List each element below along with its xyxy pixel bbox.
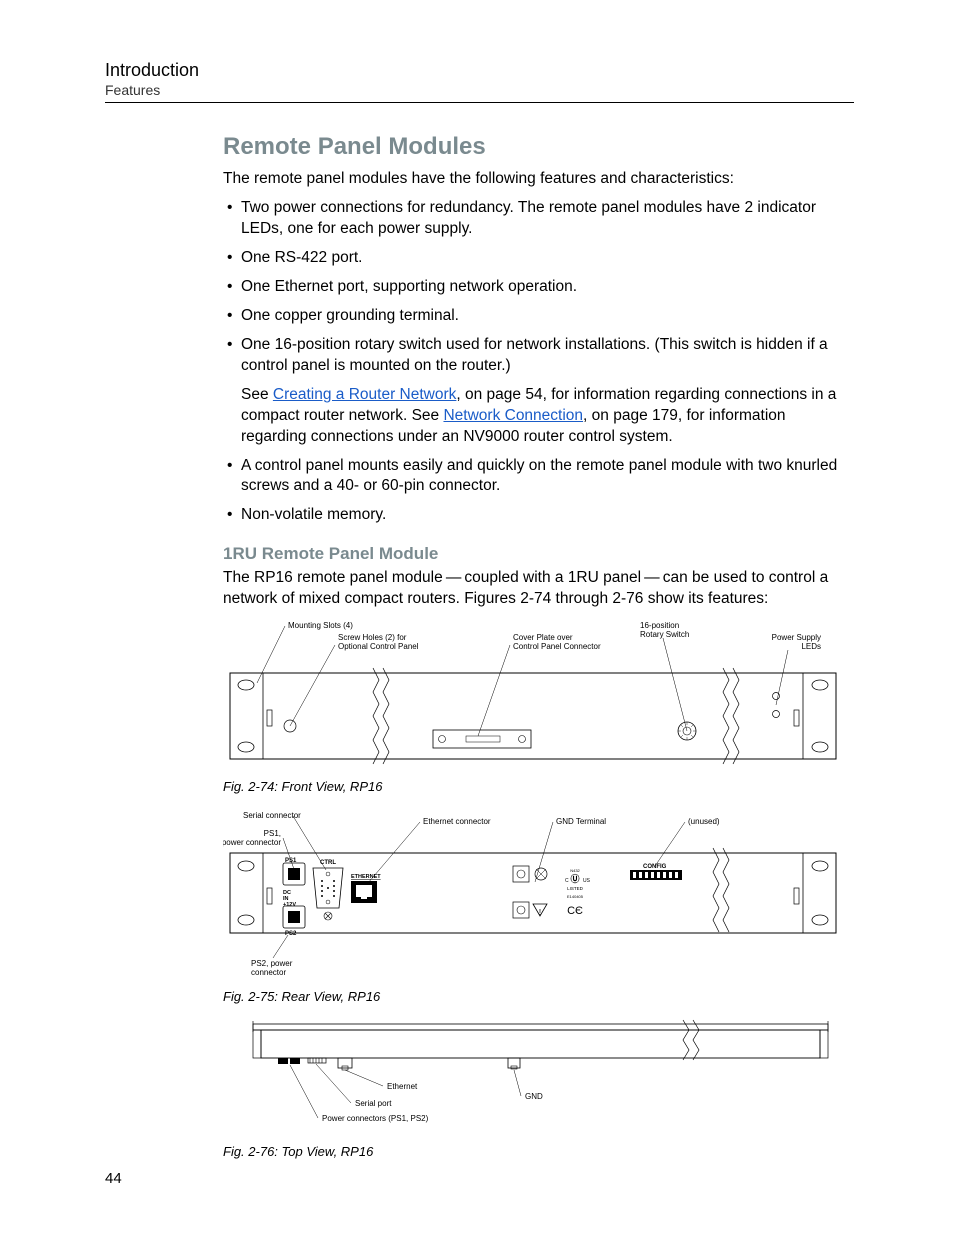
callout-leds-l2: LEDs [801, 642, 821, 651]
svg-text:Cover Plate overControl Panel: Cover Plate overControl Panel Connector [513, 633, 601, 651]
callout-rotary-l1: 16-position [640, 621, 679, 630]
callout-leds-l1: Power Supply [772, 633, 821, 642]
list-item-subtext: See Creating a Router Network, on page 5… [241, 385, 854, 448]
svg-text:Power SupplyLEDs: Power SupplyLEDs [772, 633, 821, 651]
list-item: Non-volatile memory. [223, 505, 854, 526]
xref-link[interactable]: Creating a Router Network [273, 386, 457, 403]
svg-text:E140405: E140405 [567, 894, 584, 899]
figure-2-75: Serial connector PS1,power connector Eth… [223, 808, 843, 1004]
panel-label-ps2: PS2 [285, 931, 297, 937]
callout-serial: Serial port [355, 1099, 392, 1108]
running-header: Introduction Features [105, 60, 854, 103]
svg-text:CЄ: CЄ [567, 905, 583, 917]
callout-ethernet: Ethernet connector [423, 817, 491, 826]
callout-mounting-slots: Mounting Slots (4) [288, 621, 353, 630]
callout-rotary-l2: Rotary Switch [640, 630, 689, 639]
page-number: 44 [105, 1170, 122, 1187]
subsection-title: 1RU Remote Panel Module [223, 544, 854, 564]
figure-2-74: Mounting Slots (4) Screw Holes (2) forOp… [223, 618, 843, 794]
svg-text:LISTED: LISTED [567, 886, 584, 891]
svg-text:US: US [583, 878, 591, 884]
header-section: Features [105, 82, 854, 99]
panel-label-ctrl: CTRL [320, 860, 336, 866]
list-item: One copper grounding terminal. [223, 306, 854, 327]
panel-label-config: CONFIG [643, 864, 667, 870]
subsection-para: The RP16 remote panel module — coupled w… [223, 568, 854, 610]
svg-text:N432: N432 [570, 868, 580, 873]
callout-power: Power connectors (PS1, PS2) [322, 1114, 429, 1123]
svg-text:DCIN+12V: DCIN+12V [283, 890, 296, 908]
callout-cover-l1: Cover Plate over [513, 633, 573, 642]
svg-text:!: ! [539, 908, 541, 917]
figure-caption: Fig. 2-74: Front View, RP16 [223, 779, 843, 794]
section-intro: The remote panel modules have the follow… [223, 169, 854, 190]
callout-unused: (unused) [688, 817, 720, 826]
feature-list: Two power connections for redundancy. Th… [223, 198, 854, 526]
section-title: Remote Panel Modules [223, 133, 854, 161]
callout-gnd: GND [525, 1092, 543, 1101]
svg-text:Ⓤ: Ⓤ [570, 873, 579, 884]
list-item: A control panel mounts easily and quickl… [223, 456, 854, 498]
figure-caption: Fig. 2-76: Top View, RP16 [223, 1144, 843, 1159]
svg-text:Screw Holes (2) forOptional Co: Screw Holes (2) forOptional Control Pane… [338, 633, 419, 651]
callout-gnd: GND Terminal [556, 817, 606, 826]
callout-cover-l2: Control Panel Connector [513, 642, 601, 651]
callout-screw-holes-l2: Optional Control Panel [338, 642, 419, 651]
figure-caption: Fig. 2-75: Rear View, RP16 [223, 989, 843, 1004]
list-item: One Ethernet port, supporting network op… [223, 277, 854, 298]
callout-ethernet: Ethernet [387, 1082, 418, 1091]
list-item-text: One 16-position rotary switch used for n… [241, 336, 828, 374]
svg-text:C: C [565, 878, 569, 884]
svg-text:PS2, powerconnector: PS2, powerconnector [251, 959, 293, 977]
list-item: One RS-422 port. [223, 248, 854, 269]
callout-screw-holes-l1: Screw Holes (2) for [338, 633, 407, 642]
svg-text:PS1,power connector: PS1,power connector [223, 829, 281, 847]
list-item: One 16-position rotary switch used for n… [223, 335, 854, 448]
panel-label-ethernet: ETHERNET [351, 874, 381, 880]
xref-link[interactable]: Network Connection [443, 407, 583, 424]
figure-2-76: Ethernet GND Serial port Power connector… [223, 1018, 843, 1159]
svg-text:16-positionRotary Switch: 16-positionRotary Switch [640, 621, 689, 639]
list-item: Two power connections for redundancy. Th… [223, 198, 854, 240]
header-chapter: Introduction [105, 60, 854, 82]
callout-serial: Serial connector [243, 811, 301, 820]
panel-label-ps1: PS1 [285, 858, 297, 864]
